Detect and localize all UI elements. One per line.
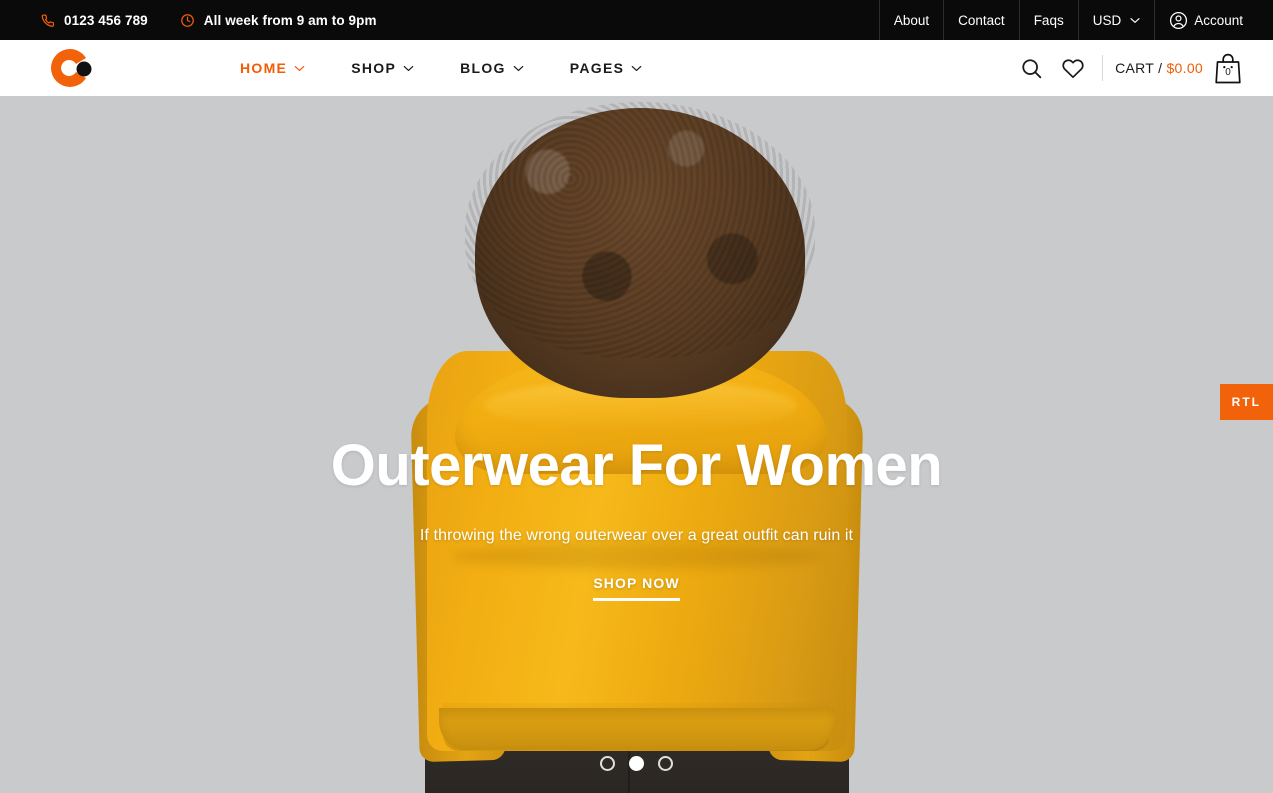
nav-label-pages: PAGES — [569, 60, 625, 76]
primary-menu: HOME SHOP BLOG PAGES — [240, 60, 642, 76]
hours-text: All week from 9 am to 9pm — [203, 12, 377, 28]
nav-divider — [1102, 55, 1104, 81]
phone-number: 0123 456 789 — [64, 12, 148, 28]
currency-selector[interactable]: USD — [1077, 0, 1155, 40]
nav-item-pages[interactable]: PAGES — [570, 60, 642, 76]
account-link[interactable]: Account — [1154, 0, 1273, 40]
hero-subtitle: If throwing the wrong outerwear over a g… — [419, 526, 854, 544]
opening-hours: All week from 9 am to 9pm — [180, 13, 377, 28]
cart-total: $0.00 — [1166, 60, 1203, 76]
topbar-left-group: 0123 456 789 All week from 9 am to 9pm — [40, 13, 377, 28]
brand-logo[interactable] — [40, 45, 100, 91]
clock-icon — [180, 13, 195, 28]
heart-icon — [1061, 57, 1085, 79]
phone-icon — [40, 13, 55, 28]
cart-text: CART / — [1115, 60, 1167, 76]
photo-curly-hair — [464, 102, 815, 398]
chevron-down-icon — [631, 65, 642, 72]
nav-label-home: HOME — [240, 60, 288, 76]
shop-now-button[interactable]: SHOP NOW — [593, 575, 680, 601]
rtl-toggle-tab[interactable]: RTL — [1219, 384, 1273, 420]
nav-label-shop: SHOP — [351, 60, 397, 76]
shopping-bag-icon: 0 — [1213, 52, 1243, 84]
user-circle-icon — [1169, 11, 1188, 30]
chevron-down-icon — [403, 65, 414, 72]
hero-carousel: Outerwear For Women If throwing the wron… — [0, 96, 1273, 793]
search-button[interactable] — [1010, 48, 1052, 88]
account-label: Account — [1194, 12, 1243, 28]
nav-label-blog: BLOG — [460, 60, 506, 76]
carousel-dot-3[interactable] — [658, 756, 673, 771]
nav-actions: CART / $0.00 0 — [1010, 48, 1243, 88]
carousel-dot-2[interactable] — [629, 756, 644, 771]
cart-count-badge: 0 — [1225, 67, 1231, 78]
topbar-right-group: About Contact Faqs USD Account — [878, 0, 1273, 40]
photo-jacket-hem — [438, 708, 835, 750]
cart-button[interactable]: CART / $0.00 0 — [1115, 52, 1243, 84]
hero-title: Outerwear For Women — [330, 433, 943, 498]
search-icon — [1020, 57, 1043, 80]
topbar-link-contact[interactable]: Contact — [943, 0, 1019, 40]
chevron-down-icon — [294, 65, 305, 72]
topbar-link-about[interactable]: About — [878, 0, 943, 40]
topbar-link-faqs[interactable]: Faqs — [1018, 0, 1078, 40]
nav-item-blog[interactable]: BLOG — [460, 60, 524, 76]
cart-label: CART / $0.00 — [1115, 60, 1203, 76]
hero-copy-block: Outerwear For Women If throwing the wron… — [0, 433, 1273, 601]
nav-item-home[interactable]: HOME — [240, 60, 305, 76]
carousel-dot-1[interactable] — [600, 756, 615, 771]
phone-contact[interactable]: 0123 456 789 — [40, 13, 148, 28]
currency-value: USD — [1092, 12, 1122, 28]
top-utility-bar: 0123 456 789 All week from 9 am to 9pm A… — [0, 0, 1273, 40]
nav-item-shop[interactable]: SHOP — [351, 60, 414, 76]
chevron-down-icon — [513, 65, 524, 72]
main-navigation-bar: HOME SHOP BLOG PAGES CART / $0.00 0 — [0, 40, 1273, 96]
chevron-down-icon — [1130, 17, 1140, 24]
wishlist-button[interactable] — [1052, 48, 1094, 88]
carousel-dots — [0, 756, 1273, 771]
